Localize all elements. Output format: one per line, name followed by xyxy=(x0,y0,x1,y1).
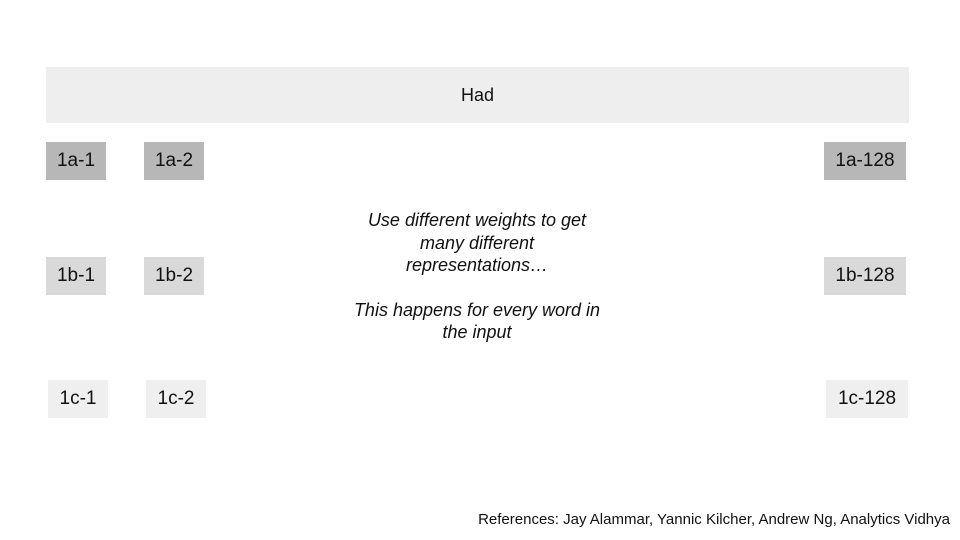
weight-box-label: 1b-2 xyxy=(154,265,194,286)
weight-box-1c-128: 1c-128 xyxy=(826,380,908,418)
weight-box-1a-1: 1a-1 xyxy=(46,142,106,180)
weight-box-1b-128: 1b-128 xyxy=(824,257,906,295)
weight-box-label: 1a-2 xyxy=(154,150,194,171)
weight-box-1b-1: 1b-1 xyxy=(46,257,106,295)
note-line-every-word: This happens for every word in the input xyxy=(353,299,601,343)
weight-box-label: 1c-2 xyxy=(157,388,195,409)
note-line-weights: Use different weights to get many differ… xyxy=(367,210,587,275)
weight-box-label: 1b-128 xyxy=(835,265,895,286)
references-footer: References: Jay Alammar, Yannic Kilcher,… xyxy=(478,511,950,528)
note-spacer xyxy=(352,277,602,299)
explanation-note: Use different weights to get many differ… xyxy=(352,209,602,344)
weight-box-1c-2: 1c-2 xyxy=(146,380,206,418)
weight-box-1a-128: 1a-128 xyxy=(824,142,906,180)
weight-box-1b-2: 1b-2 xyxy=(144,257,204,295)
weight-box-label: 1a-128 xyxy=(835,150,895,171)
weight-box-label: 1c-1 xyxy=(59,388,97,409)
weight-box-1c-1: 1c-1 xyxy=(48,380,108,418)
input-word-bar: Had xyxy=(46,67,909,123)
weight-box-1a-2: 1a-2 xyxy=(144,142,204,180)
weight-box-label: 1b-1 xyxy=(56,265,96,286)
input-word-label: Had xyxy=(460,84,495,105)
weight-box-label: 1a-1 xyxy=(56,150,96,171)
weight-box-label: 1c-128 xyxy=(837,388,897,409)
